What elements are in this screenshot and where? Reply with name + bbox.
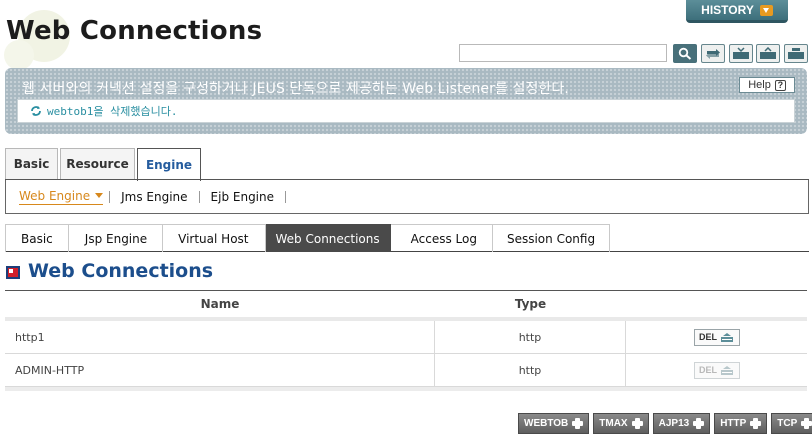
description-panel: 웹 서버와의 커넥션 설정을 구성하거나 JEUS 단독으로 제공하는 Web … xyxy=(5,68,807,134)
engine-nav: Web Engine Jms Engine Ejb Engine xyxy=(5,180,809,214)
description-text: 웹 서버와의 커넥션 설정을 구성하거나 JEUS 단독으로 제공하는 Web … xyxy=(22,81,569,97)
help-label: Help xyxy=(748,79,771,91)
add-tmax-label: TMAX xyxy=(599,418,628,429)
history-label: HISTORY xyxy=(701,3,754,17)
add-tcp-label: TCP xyxy=(777,418,798,429)
row-action: DEL xyxy=(626,321,807,353)
search-input[interactable] xyxy=(459,44,667,62)
plus-icon xyxy=(692,417,705,430)
plus-icon xyxy=(631,417,644,430)
row-name: ADMIN-HTTP xyxy=(5,354,435,386)
xml-import-icon xyxy=(760,47,776,59)
xml-view-button[interactable] xyxy=(784,44,808,63)
plus-icon xyxy=(800,417,812,430)
subtab-jsp-engine[interactable]: Jsp Engine xyxy=(68,224,164,252)
subtab-web-connections[interactable]: Web Connections xyxy=(265,224,391,252)
delete-icon xyxy=(721,365,733,375)
web-engine-tabs: Basic Jsp Engine Virtual Host Web Connec… xyxy=(5,224,809,252)
row-name: http1 xyxy=(5,321,435,353)
history-button[interactable]: HISTORY xyxy=(686,0,788,23)
table-header: Name Type xyxy=(5,291,807,321)
column-header-type: Type xyxy=(514,297,547,311)
chevron-down-icon xyxy=(759,4,773,16)
nav-jms-engine[interactable]: Jms Engine xyxy=(121,190,187,204)
column-header-name: Name xyxy=(200,297,240,311)
delete-label: DEL xyxy=(699,365,717,375)
tab-engine[interactable]: Engine xyxy=(137,148,201,181)
tab-basic[interactable]: Basic xyxy=(5,148,58,179)
add-http-button[interactable]: HTTP xyxy=(714,413,768,434)
section-title: Web Connections xyxy=(28,260,214,282)
table-row: ADMIN-HTTP http DEL xyxy=(5,354,807,387)
table-footer-bar xyxy=(5,387,807,391)
delete-icon xyxy=(721,332,733,342)
add-ajp13-button[interactable]: AJP13 xyxy=(652,413,711,434)
xml-import-button[interactable] xyxy=(756,44,780,63)
refresh-icon xyxy=(706,49,720,59)
delete-button[interactable]: DEL xyxy=(693,328,740,346)
plus-icon xyxy=(749,417,762,430)
subtab-virtual-host[interactable]: Virtual Host xyxy=(163,224,266,252)
plus-icon xyxy=(571,417,584,430)
nav-separator xyxy=(109,190,111,203)
search-button[interactable] xyxy=(673,44,697,63)
row-type: http xyxy=(435,321,626,353)
status-message: webtob1을 삭제했습니다. xyxy=(47,105,178,118)
subtab-session-config[interactable]: Session Config xyxy=(492,224,611,252)
add-webtob-label: WEBTOB xyxy=(524,418,569,429)
status-message-box: webtob1을 삭제했습니다. xyxy=(17,99,795,123)
nav-separator xyxy=(198,190,200,203)
add-http-label: HTTP xyxy=(720,418,747,429)
xml-export-button[interactable] xyxy=(729,44,753,63)
nav-web-engine[interactable]: Web Engine xyxy=(19,188,104,205)
add-ajp13-label: AJP13 xyxy=(658,418,690,429)
tab-resource[interactable]: Resource xyxy=(60,148,135,179)
top-tabs: Basic Resource Engine xyxy=(5,148,203,181)
add-connection-bar: WEBTOB TMAX AJP13 HTTP TCP xyxy=(518,413,812,434)
nav-ejb-engine-label: Ejb Engine xyxy=(210,189,275,204)
row-type: http xyxy=(435,354,626,386)
add-tmax-button[interactable]: TMAX xyxy=(593,413,649,434)
page-title: Web Connections xyxy=(6,16,263,46)
delete-button: DEL xyxy=(693,361,740,379)
search-icon xyxy=(678,47,692,60)
help-button[interactable]: Help ? xyxy=(739,77,795,93)
nav-web-engine-label: Web Engine xyxy=(19,188,91,203)
subtab-access-log[interactable]: Access Log xyxy=(390,224,493,252)
add-webtob-button[interactable]: WEBTOB xyxy=(518,413,590,434)
row-action: DEL xyxy=(626,354,807,386)
nav-jms-engine-label: Jms Engine xyxy=(121,189,188,204)
refresh-button[interactable] xyxy=(701,44,725,63)
sync-icon xyxy=(31,106,41,116)
delete-label: DEL xyxy=(699,332,717,342)
section-icon xyxy=(6,266,20,279)
xml-export-icon xyxy=(733,47,749,59)
add-tcp-button[interactable]: TCP xyxy=(771,413,812,434)
connections-table: Name Type http1 http DEL ADMIN-HTTP http… xyxy=(5,290,807,391)
xml-view-icon xyxy=(788,48,804,59)
question-icon: ? xyxy=(774,79,786,91)
nav-ejb-engine[interactable]: Ejb Engine xyxy=(211,190,274,204)
nav-separator xyxy=(285,190,287,203)
table-row: http1 http DEL xyxy=(5,321,807,354)
subtab-basic[interactable]: Basic xyxy=(5,224,69,252)
caret-down-icon xyxy=(95,193,104,198)
